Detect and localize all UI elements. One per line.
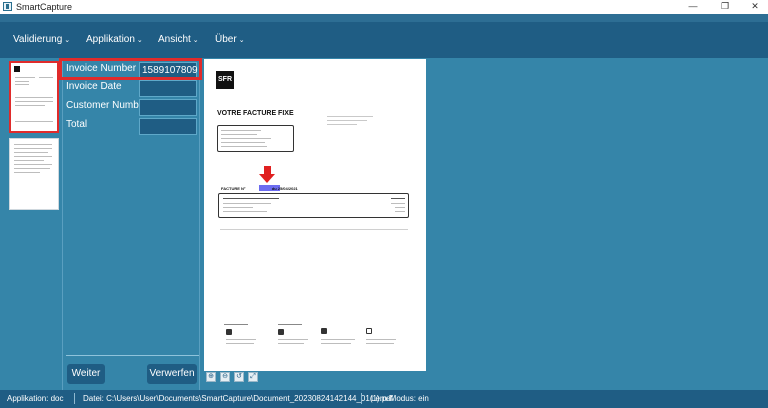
thumbnail-panel — [4, 58, 62, 388]
status-bar: Applikation: doc Datei: C:\Users\User\Do… — [0, 390, 768, 408]
menu-validierung[interactable]: Validierung ⌄ — [13, 34, 70, 45]
field-label: Total — [66, 119, 88, 130]
mail-icon — [366, 328, 372, 334]
page-thumbnail-2[interactable] — [9, 138, 59, 210]
app-icon — [3, 2, 12, 11]
window-title: SmartCapture — [16, 2, 73, 12]
menu-label: Ansicht — [158, 34, 191, 45]
fit-page-icon[interactable]: ⤢ — [248, 372, 258, 382]
field-panel: Invoice Number 1589107809 Invoice Date C… — [62, 58, 200, 390]
status-file: Datei: C:\Users\User\Documents\SmartCapt… — [83, 394, 393, 403]
chevron-down-icon: ⌄ — [238, 37, 245, 44]
field-label: Invoice Date — [66, 81, 122, 92]
field-row-invoice-date: Invoice Date — [63, 79, 201, 97]
rotate-icon[interactable]: ↺ — [234, 372, 244, 382]
document-viewer[interactable]: SFR VOTRE FACTURE FIXE FACTURE N° du 25/… — [204, 59, 426, 371]
info-icon — [321, 328, 327, 334]
facture-suffix: du 25/04/2021 — [271, 186, 298, 191]
thumb-logo — [14, 66, 20, 72]
facture-line: FACTURE N° du 25/04/2021 — [221, 186, 298, 191]
maximize-button[interactable]: ❐ — [710, 0, 740, 14]
chevron-down-icon: ⌄ — [192, 37, 199, 44]
field-label: Customer Number — [66, 100, 148, 111]
facture-prefix: FACTURE N° — [221, 186, 246, 191]
chevron-down-icon: ⌄ — [136, 37, 143, 44]
page-thumbnail-1[interactable] — [9, 61, 59, 133]
invoice-date-input[interactable] — [139, 80, 197, 97]
document-heading: VOTRE FACTURE FIXE — [217, 110, 294, 117]
menu-label: Validierung — [13, 34, 63, 45]
customer-number-input[interactable] — [139, 99, 197, 116]
zoom-out-icon[interactable]: ⊖ — [220, 372, 230, 382]
title-bar: SmartCapture — ❐ ✕ — [0, 0, 768, 14]
close-button[interactable]: ✕ — [740, 0, 768, 14]
invoice-number-input[interactable]: 1589107809 — [139, 62, 198, 79]
viewer-toolbar: ⊕ ⊖ ↺ ⤢ — [204, 372, 264, 384]
chevron-down-icon: ⌄ — [64, 37, 71, 44]
field-row-total: Total — [63, 117, 201, 135]
total-input[interactable] — [139, 118, 197, 135]
status-learn-mode: Lern-Modus: ein — [371, 394, 429, 403]
amount-box — [218, 193, 409, 218]
menu-ansicht[interactable]: Ansicht ⌄ — [158, 34, 199, 45]
menu-label: Applikation — [86, 34, 135, 45]
status-application: Applikation: doc — [7, 394, 64, 403]
user-icon — [226, 329, 232, 335]
field-row-invoice-number: Invoice Number 1589107809 — [63, 61, 201, 79]
sfr-logo: SFR — [216, 71, 234, 89]
discard-button[interactable]: Verwerfen — [147, 364, 197, 384]
menu-label: Über — [215, 34, 237, 45]
menu-bar: Validierung ⌄ Applikation ⌄ Ansicht ⌄ Über ⌄ — [0, 14, 768, 58]
arrow-head-icon — [259, 174, 275, 183]
field-label: Invoice Number — [66, 63, 137, 74]
field-row-customer-number: Customer Number — [63, 98, 201, 116]
menu-ueber[interactable]: Über ⌄ — [215, 34, 245, 45]
zoom-in-icon[interactable]: ⊕ — [206, 372, 216, 382]
status-separator — [361, 393, 362, 404]
panel-divider — [66, 355, 199, 356]
workspace: Invoice Number 1589107809 Invoice Date C… — [0, 58, 768, 390]
minimize-button[interactable]: — — [678, 0, 708, 14]
account-info-box — [217, 125, 294, 152]
status-separator — [74, 393, 75, 404]
menu-applikation[interactable]: Applikation ⌄ — [86, 34, 143, 45]
phone-icon — [278, 329, 284, 335]
next-button[interactable]: Weiter — [67, 364, 105, 384]
